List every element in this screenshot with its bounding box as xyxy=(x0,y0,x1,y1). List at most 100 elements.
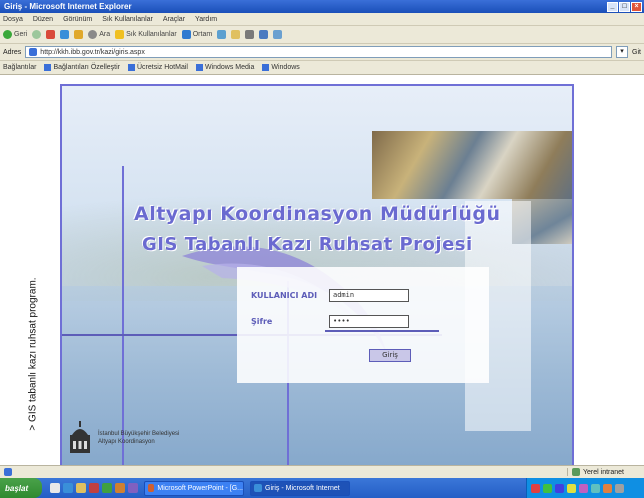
address-dropdown-button[interactable]: ▾ xyxy=(616,46,629,58)
window-titlebar: Giriş - Microsoft Internet Explorer _ □ … xyxy=(0,0,644,13)
back-label: Geri xyxy=(14,31,28,38)
security-zone: Yerel intranet xyxy=(567,468,624,476)
menu-favorites[interactable]: Sık Kullanılanlar xyxy=(102,16,153,23)
link-icon xyxy=(128,64,135,71)
app-icon[interactable] xyxy=(115,483,125,493)
logo-text-line2: Altyapı Koordinasyon xyxy=(98,439,155,445)
tray-icon[interactable] xyxy=(567,483,576,493)
link-label: Bağlantıları Özelleştir xyxy=(53,64,120,71)
tray-icon[interactable] xyxy=(579,483,588,493)
home-icon[interactable] xyxy=(74,30,84,39)
forward-button[interactable] xyxy=(32,30,42,39)
link-customize[interactable]: Bağlantıları Özelleştir xyxy=(44,64,120,71)
task-label: Microsoft PowerPoint - [G... xyxy=(157,484,243,492)
powerpoint-icon xyxy=(148,484,155,492)
media-label: Ortam xyxy=(192,31,213,38)
menu-bar: Dosya Düzen Görünüm Sık Kullanılanlar Ar… xyxy=(0,13,644,26)
address-label: Adres xyxy=(3,48,22,56)
intranet-icon xyxy=(572,468,580,476)
maximize-button[interactable]: □ xyxy=(619,1,630,12)
page-status-icon xyxy=(4,468,12,476)
app-icon[interactable] xyxy=(89,483,99,493)
address-url: http://kkh.ibb.gov.tr/kazi/giris.aspx xyxy=(40,48,145,56)
start-button[interactable]: başlat xyxy=(0,478,42,498)
windows-taskbar: başlat Microsoft PowerPoint - [G... Giri… xyxy=(0,478,644,498)
go-button[interactable]: Git xyxy=(632,49,641,56)
menu-help[interactable]: Yardım xyxy=(195,16,217,23)
search-button[interactable]: Ara xyxy=(88,30,110,39)
login-button[interactable]: Giriş xyxy=(369,349,411,362)
standard-toolbar: Geri Ara Sık Kullanılanlar Ortam xyxy=(0,26,644,44)
page-subtitle: GIS Tabanlı Kazı Ruhsat Projesi xyxy=(142,234,473,255)
logo-icon xyxy=(70,421,90,453)
app-icon[interactable] xyxy=(128,483,138,493)
form-divider xyxy=(325,330,439,332)
back-button[interactable]: Geri xyxy=(3,30,27,39)
tray-icon[interactable] xyxy=(603,483,612,493)
municipality-logo: İstanbul Büyükşehir Belediyesi Altyapı K… xyxy=(68,421,179,455)
slide-caption: > GIS tabanlı kazı ruhsat program. xyxy=(20,240,46,467)
tray-icon[interactable] xyxy=(555,483,564,493)
tray-icon[interactable] xyxy=(543,483,552,493)
close-button[interactable]: × xyxy=(631,1,642,12)
link-icon xyxy=(44,64,52,71)
browser-viewport: Altyapı Koordinasyon Müdürlüğü GIS Taban… xyxy=(0,75,644,465)
username-input[interactable]: admin xyxy=(329,289,409,302)
password-input[interactable]: •••• xyxy=(329,315,409,328)
logo-text-line1: İstanbul Büyükşehir Belediyesi xyxy=(98,431,180,437)
window-controls: _ □ × xyxy=(607,1,644,12)
menu-edit[interactable]: Düzen xyxy=(33,16,53,23)
forward-arrow-icon xyxy=(32,30,42,39)
tray-icon[interactable] xyxy=(591,483,600,493)
link-windows-media[interactable]: Windows Media xyxy=(195,64,255,71)
username-label: KULLANICI ADI xyxy=(251,291,318,300)
link-label: Windows Media xyxy=(204,64,255,71)
favorites-button[interactable]: Sık Kullanılanlar xyxy=(115,30,177,39)
quick-launch xyxy=(50,483,138,493)
logo-text: İstanbul Büyükşehir Belediyesi Altyapı K… xyxy=(98,430,179,446)
edit-icon[interactable] xyxy=(259,30,269,39)
outlook-icon[interactable] xyxy=(76,483,86,493)
discuss-icon[interactable] xyxy=(273,30,283,39)
app-icon[interactable] xyxy=(102,483,112,493)
taskbar-item-browser[interactable]: Giriş - Microsoft Internet xyxy=(250,480,350,496)
link-label: Windows xyxy=(271,64,300,71)
tray-icon[interactable] xyxy=(531,483,540,493)
menu-view[interactable]: Görünüm xyxy=(63,16,92,23)
search-icon xyxy=(88,30,98,39)
media-button[interactable]: Ortam xyxy=(181,30,213,39)
task-label: Giriş - Microsoft Internet xyxy=(265,484,340,492)
history-icon[interactable] xyxy=(217,30,227,39)
star-icon xyxy=(115,30,125,39)
refresh-icon[interactable] xyxy=(60,30,70,39)
link-icon xyxy=(262,64,270,71)
tray-icon[interactable] xyxy=(615,483,624,493)
menu-tools[interactable]: Araçlar xyxy=(163,16,185,23)
minimize-button[interactable]: _ xyxy=(607,1,618,12)
zone-label: Yerel intranet xyxy=(583,468,624,476)
system-tray xyxy=(526,478,644,498)
stop-icon[interactable] xyxy=(46,30,56,39)
ie-icon xyxy=(254,484,262,492)
link-hotmail[interactable]: Ücretsiz HotMail xyxy=(128,64,188,71)
ie-icon[interactable] xyxy=(63,483,73,493)
back-arrow-icon xyxy=(3,30,12,39)
window-title: Giriş - Microsoft Internet Explorer xyxy=(4,2,132,11)
password-label: Şifre xyxy=(251,317,273,326)
page-title: Altyapı Koordinasyon Müdürlüğü xyxy=(134,203,501,225)
link-windows[interactable]: Windows xyxy=(262,64,300,71)
page-icon xyxy=(29,48,38,56)
taskbar-item-powerpoint[interactable]: Microsoft PowerPoint - [G... xyxy=(144,480,244,496)
favorites-label: Sık Kullanılanlar xyxy=(126,31,177,38)
login-form: KULLANICI ADI admin Şifre •••• Giriş xyxy=(237,267,489,383)
mail-icon[interactable] xyxy=(231,30,241,39)
address-input[interactable]: http://kkh.ibb.gov.tr/kazi/giris.aspx xyxy=(25,46,613,58)
link-icon xyxy=(195,64,203,71)
desktop-icon[interactable] xyxy=(50,483,60,493)
menu-file[interactable]: Dosya xyxy=(3,16,23,23)
status-bar: Yerel intranet xyxy=(0,465,644,478)
print-icon[interactable] xyxy=(245,30,255,39)
city-photo xyxy=(372,131,572,199)
links-label: Bağlantılar xyxy=(3,64,37,71)
address-bar: Adres http://kkh.ibb.gov.tr/kazi/giris.a… xyxy=(0,44,644,61)
